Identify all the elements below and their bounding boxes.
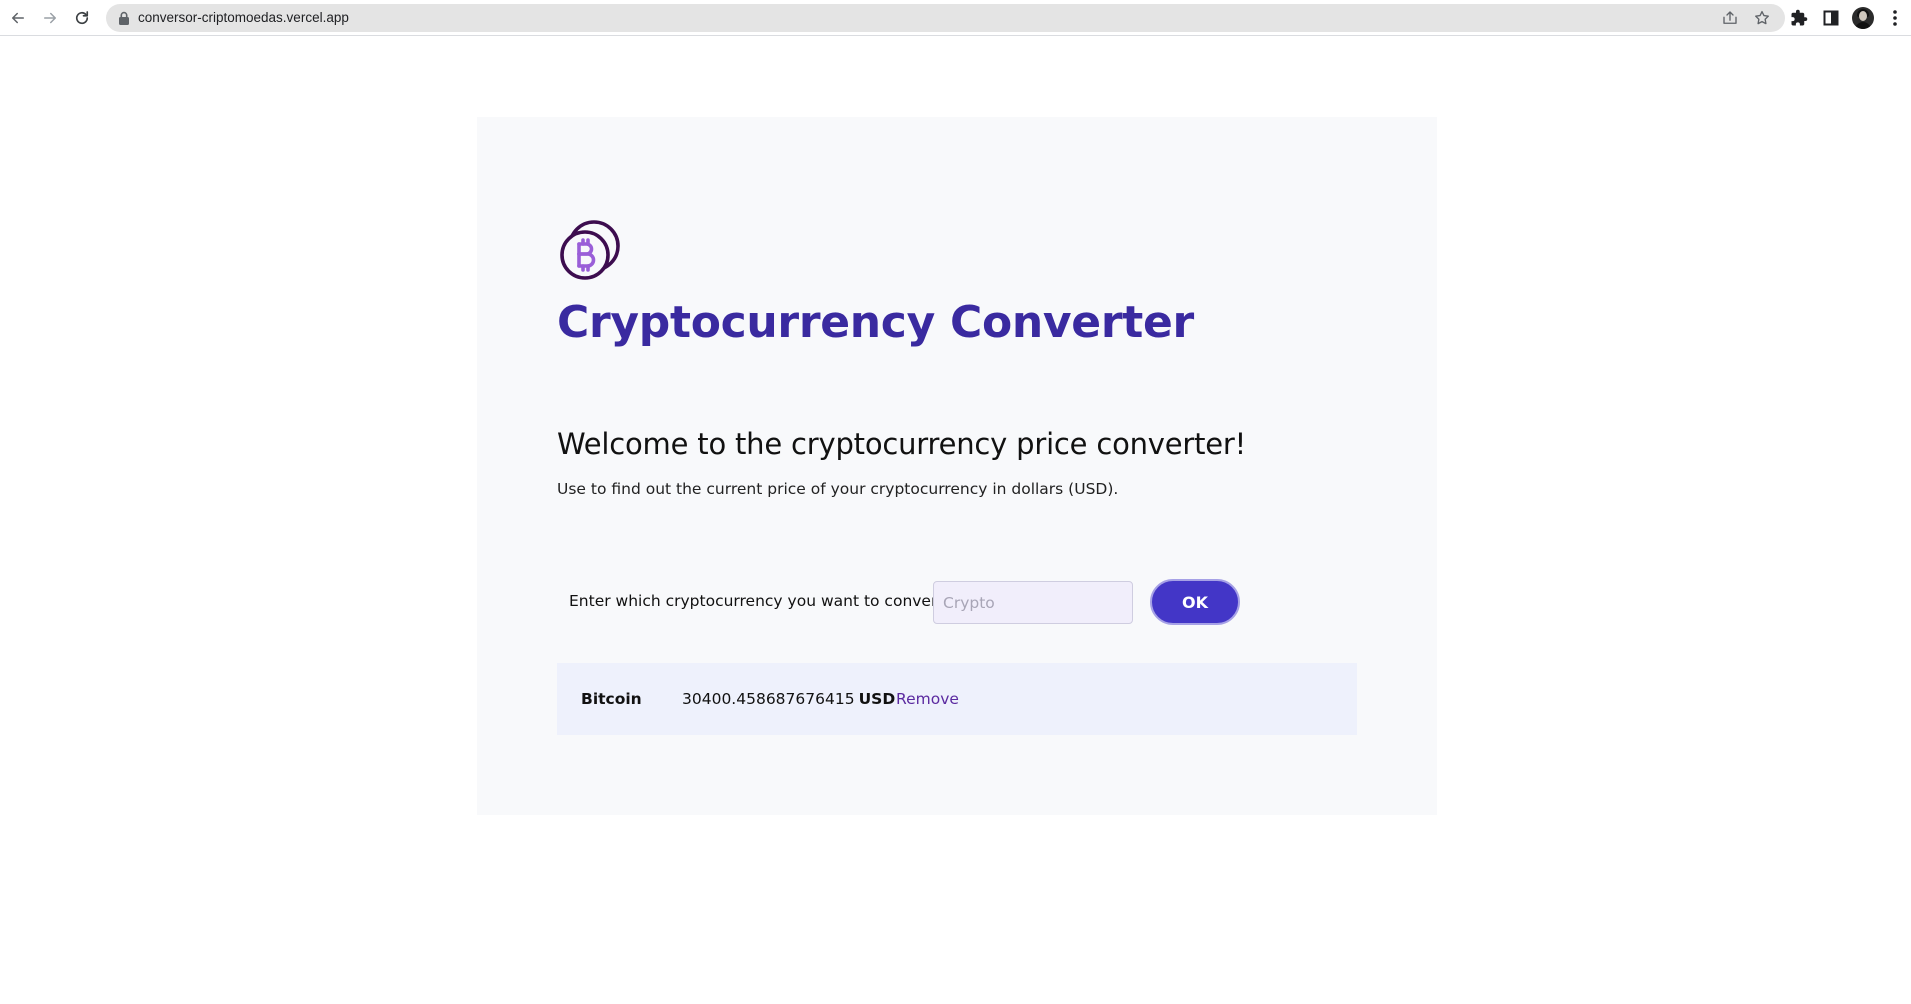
address-bar[interactable]: conversor-criptomoedas.vercel.app <box>106 4 1785 32</box>
star-icon[interactable] <box>1753 9 1771 27</box>
url-text: conversor-criptomoedas.vercel.app <box>138 10 349 25</box>
crypto-input[interactable] <box>933 581 1133 624</box>
reload-icon <box>75 11 89 25</box>
page-title: Cryptocurrency Converter <box>557 297 1194 348</box>
bitcoin-coins-icon <box>560 220 620 280</box>
remove-link[interactable]: Remove <box>896 688 959 710</box>
puzzle-icon <box>1791 9 1808 26</box>
kebab-menu-icon <box>1893 10 1897 26</box>
result-row: Bitcoin 30400.458687676415 USD Remove <box>557 663 1357 735</box>
browser-toolbar: conversor-criptomoedas.vercel.app <box>0 0 1911 36</box>
crypto-input-label: Enter which cryptocurrency you want to c… <box>569 592 949 610</box>
ok-button[interactable]: OK <box>1150 579 1240 625</box>
side-panel-icon <box>1823 10 1839 26</box>
forward-button[interactable] <box>38 6 62 30</box>
lock-icon <box>119 11 129 25</box>
arrow-left-icon <box>12 12 24 24</box>
reload-button[interactable] <box>70 6 94 30</box>
coin-price: 30400.458687676415 <box>682 690 855 708</box>
browser-menu-button[interactable] <box>1884 7 1906 29</box>
welcome-description: Use to find out the current price of you… <box>557 480 1119 498</box>
coin-currency: USD <box>858 690 896 708</box>
side-panel-button[interactable] <box>1820 7 1842 29</box>
converter-card: Cryptocurrency Converter Welcome to the … <box>477 117 1437 815</box>
coin-name: Bitcoin <box>581 690 642 708</box>
welcome-heading: Welcome to the cryptocurrency price conv… <box>557 427 1247 461</box>
profile-avatar[interactable] <box>1852 7 1874 29</box>
share-icon[interactable] <box>1721 9 1739 27</box>
extensions-button[interactable] <box>1788 7 1810 29</box>
arrow-right-icon <box>44 12 56 24</box>
back-button[interactable] <box>6 6 30 30</box>
coin-price-wrapper: 30400.458687676415 USD <box>682 688 895 710</box>
